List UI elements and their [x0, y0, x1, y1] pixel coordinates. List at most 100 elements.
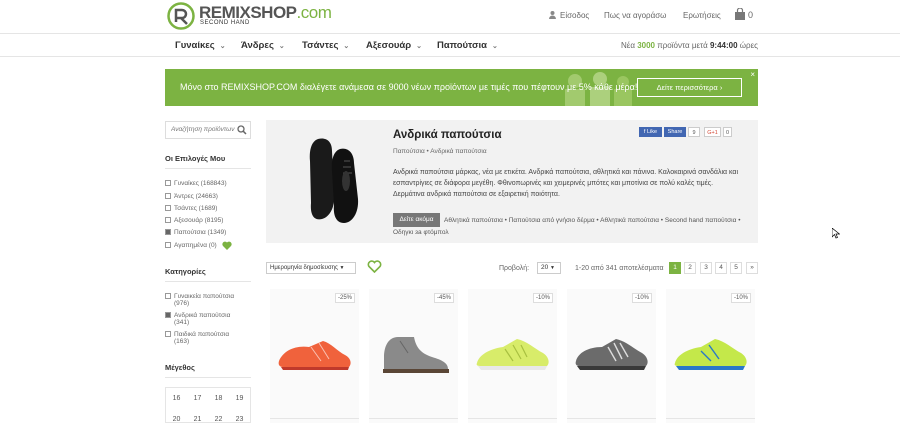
filter-bags[interactable]: Τσάντες (1689)	[165, 205, 217, 212]
categories-heading: Κατηγορίες	[165, 267, 206, 276]
page-3[interactable]: 3	[700, 262, 712, 274]
checkbox[interactable]	[165, 293, 171, 299]
category-women-shoes[interactable]: Γυναικεία παπούτσια (976)	[165, 293, 234, 307]
heart-icon	[222, 241, 232, 250]
chevron-down-icon: ⌄	[219, 43, 226, 50]
size-option[interactable]: 20	[166, 409, 187, 430]
filter-favorites[interactable]: Αγαπημένα (0)	[165, 242, 217, 249]
facebook-share-button[interactable]: Share	[664, 127, 686, 137]
category-count: (163)	[174, 338, 190, 345]
divider	[165, 168, 251, 169]
share-count: 9	[688, 127, 700, 137]
filter-shoes[interactable]: Παπούτσια (1349)	[165, 229, 226, 236]
sort-select[interactable]: Ημερομηνία δημοσίευσης ▼	[266, 262, 356, 274]
result-count: 1-20 από 341 αποτελέσματα	[575, 265, 664, 272]
search-box[interactable]	[165, 121, 251, 139]
checkbox[interactable]	[165, 217, 171, 223]
filter-women[interactable]: Γυναίκες (168843)	[165, 180, 227, 187]
category-count: (976)	[174, 300, 190, 307]
filter-men[interactable]: Άντρες (24663)	[165, 193, 218, 200]
chevron-down-icon: ▼	[339, 265, 345, 271]
product-card[interactable]: -10%	[468, 289, 557, 423]
banner-close-icon[interactable]: ×	[750, 70, 755, 79]
category-kids-shoes[interactable]: Παιδικά παπούτσια (163)	[165, 331, 229, 345]
status-count: 3000	[637, 41, 655, 50]
checkbox-checked[interactable]	[165, 312, 171, 318]
filter-label: Τσάντες (1689)	[174, 205, 218, 212]
page-2[interactable]: 2	[684, 262, 696, 274]
discount-badge: -45%	[434, 293, 454, 303]
size-option[interactable]: 19	[229, 388, 250, 409]
shopping-bag-icon[interactable]	[734, 8, 746, 20]
chevron-down-icon: ▼	[550, 265, 555, 271]
checkbox[interactable]	[165, 180, 171, 186]
category-shoe-image	[309, 138, 359, 223]
size-heading: Μέγεθος	[165, 363, 195, 372]
product-card[interactable]: -10%	[567, 289, 656, 423]
size-option[interactable]: 18	[208, 388, 229, 409]
nav-item-shoes[interactable]: Παπούτσια ⌄	[437, 40, 498, 51]
favorite-heart-icon[interactable]	[367, 260, 382, 273]
product-card[interactable]: -10%	[666, 289, 755, 423]
main-nav: Γυναίκες ⌄ Άνδρες ⌄ Τσάντες ⌄ Αξεσουάρ ⌄ Παπ…	[0, 34, 900, 57]
nav-label: Άνδρες	[241, 40, 274, 51]
chevron-down-icon: ⌄	[278, 43, 285, 50]
see-more-button[interactable]: Δείτε περισσότερα ›	[637, 78, 742, 97]
nav-item-accessories[interactable]: Αξεσουάρ ⌄	[366, 40, 422, 51]
facebook-like-button[interactable]: f Like	[639, 127, 662, 137]
cart-count: 0	[748, 10, 754, 20]
sneaker-image	[575, 339, 648, 370]
filter-accessories[interactable]: Αξεσουάρ (8195)	[165, 217, 223, 224]
checkbox[interactable]	[165, 242, 171, 248]
size-option[interactable]: 23	[229, 409, 250, 430]
filter-label: Άντρες (24663)	[174, 193, 218, 200]
logo-icon[interactable]	[166, 1, 196, 31]
see-more-label: Δείτε περισσότερα	[656, 83, 718, 92]
page-5[interactable]: 5	[730, 262, 742, 274]
next-page-button[interactable]: »	[746, 262, 758, 274]
category-label: Ανδρικά παπούτσια	[174, 312, 231, 319]
chukka-boot-image	[383, 337, 449, 373]
category-count: (341)	[174, 319, 190, 326]
category-men-shoes[interactable]: Ανδρικά παπούτσια (341)	[165, 312, 230, 326]
gplus-count: 0	[723, 127, 732, 137]
per-page-select[interactable]: 20 ▼	[537, 262, 561, 274]
discount-badge: -25%	[335, 293, 355, 303]
divider	[468, 418, 557, 419]
view-label: Προβολή:	[499, 265, 530, 272]
status-prefix: Νέα	[621, 41, 635, 50]
nav-item-women[interactable]: Γυναίκες ⌄	[175, 40, 226, 51]
faq-link[interactable]: Ερωτήσεις	[683, 11, 721, 20]
search-icon[interactable]	[237, 125, 247, 135]
google-plus-button[interactable]: G+1	[704, 127, 721, 137]
sneaker-image	[278, 341, 351, 370]
breadcrumb[interactable]: Παπούτσια • Ανδρικά παπούτσια	[393, 148, 487, 155]
size-option[interactable]: 22	[208, 409, 229, 430]
status-middle: προϊόντα μετά	[657, 41, 708, 50]
page-1[interactable]: 1	[669, 262, 681, 274]
checkbox[interactable]	[165, 331, 171, 337]
user-icon	[549, 11, 556, 19]
logo-subtitle: SECOND HAND	[200, 20, 250, 26]
category-label: Γυναικεία παπούτσια	[174, 293, 235, 300]
size-option[interactable]: 21	[187, 409, 208, 430]
product-card[interactable]: -25%	[270, 289, 359, 423]
category-tags[interactable]: Αθλητικά παπούτσια • Παπούτσια από γνήσι…	[393, 215, 749, 239]
discount-badge: -10%	[731, 293, 751, 303]
how-to-buy-link[interactable]: Πως να αγοράσω	[604, 11, 666, 20]
checkbox[interactable]	[165, 193, 171, 199]
login-link[interactable]: Είσοδος	[560, 11, 589, 20]
page-4[interactable]: 4	[715, 262, 727, 274]
nav-label: Αξεσουάρ	[366, 40, 412, 51]
nav-item-bags[interactable]: Τσάντες ⌄	[302, 40, 349, 51]
checkbox-checked[interactable]	[165, 229, 171, 235]
nav-item-men[interactable]: Άνδρες ⌄	[241, 40, 285, 51]
chevron-down-icon: ⌄	[492, 43, 498, 50]
product-card[interactable]: -45%	[369, 289, 458, 423]
status-suffix: ώρες	[739, 41, 758, 50]
size-option[interactable]: 16	[166, 388, 187, 409]
search-input[interactable]	[171, 126, 237, 133]
size-option[interactable]: 17	[187, 388, 208, 409]
checkbox[interactable]	[165, 205, 171, 211]
see-more-tags-button[interactable]: Δείτε ακόμα	[393, 213, 440, 227]
